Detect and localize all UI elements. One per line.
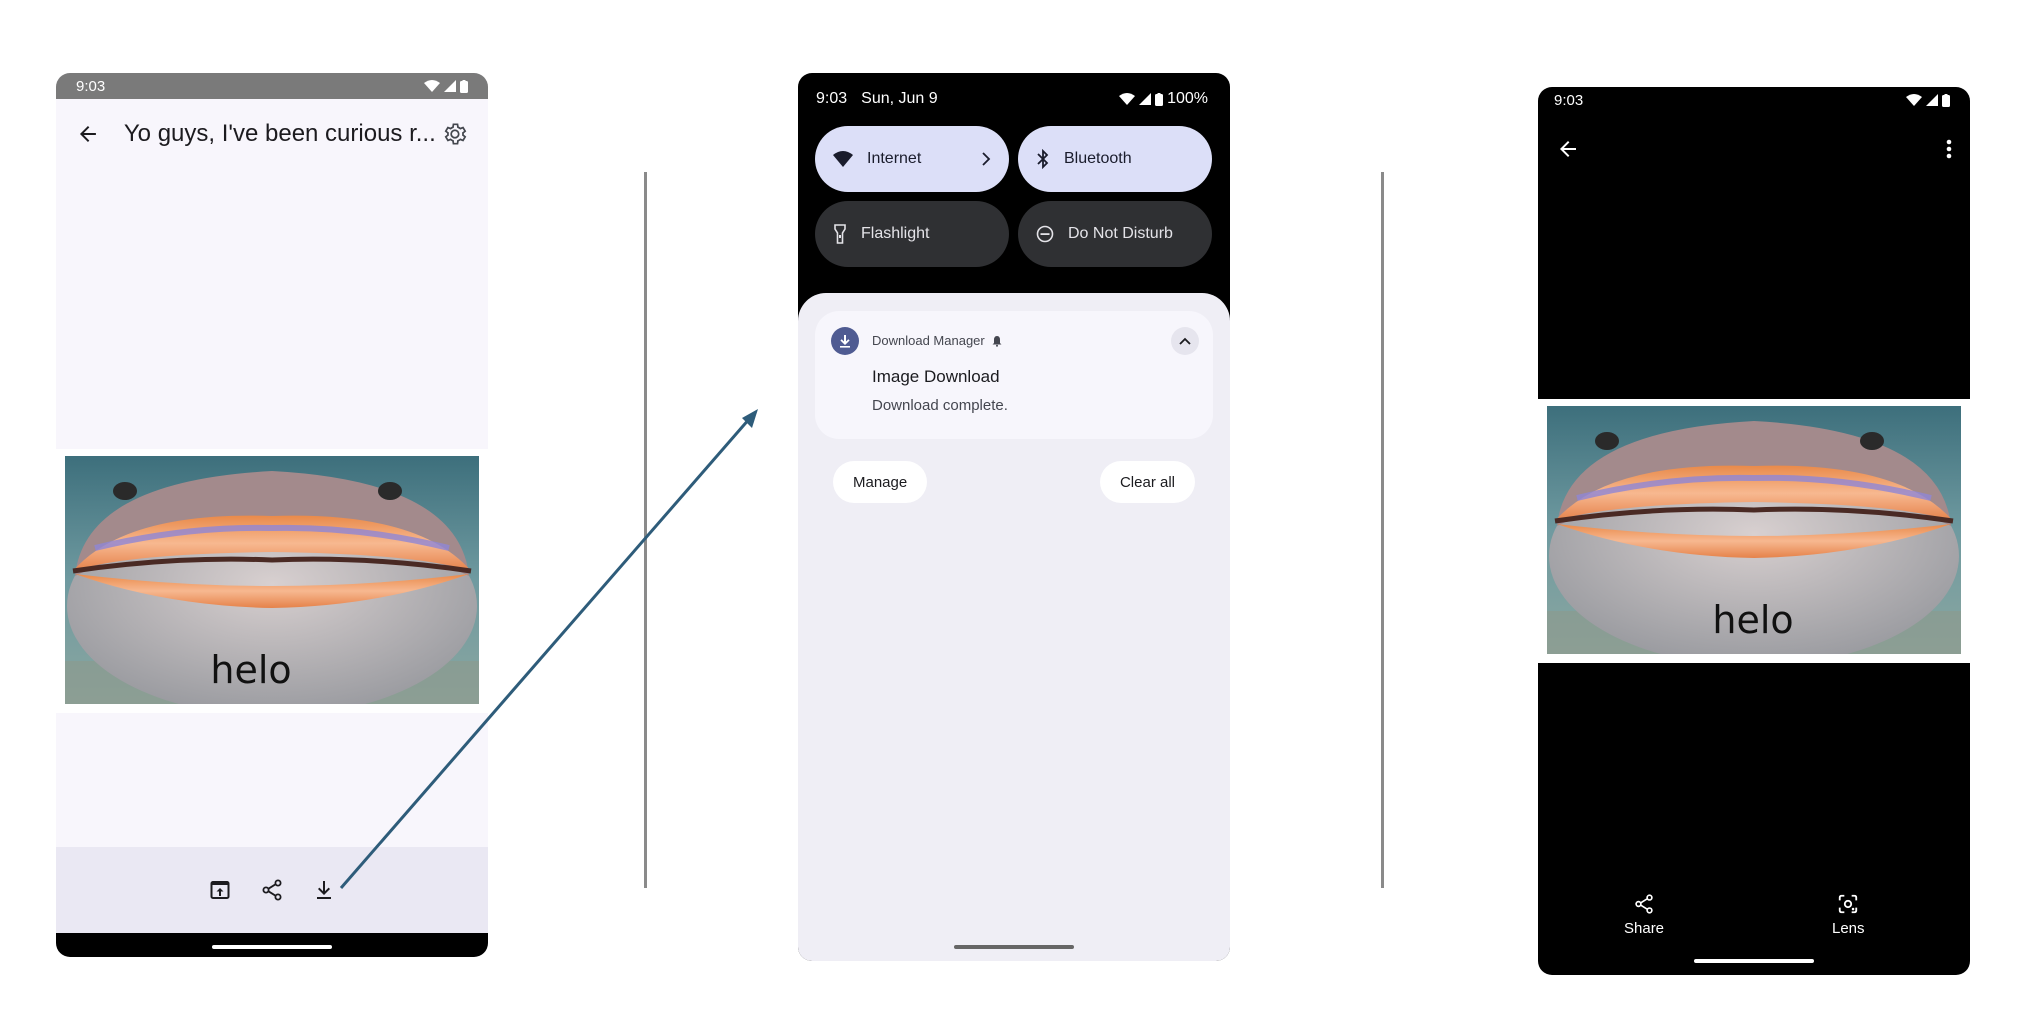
- status-icons: [1906, 93, 1950, 107]
- status-left: 9:03 Sun, Jun 9: [816, 90, 938, 108]
- phone-post-view: 9:03 Yo guys, I've been curious r... hel…: [56, 73, 488, 957]
- viewer-top-bar: [1538, 113, 1970, 185]
- image-container: helo: [1538, 399, 1970, 663]
- notification-card[interactable]: Download Manager Image Download Download…: [815, 311, 1213, 439]
- composite-canvas: 9:03 Yo guys, I've been curious r... hel…: [0, 0, 2024, 1036]
- post-title: Yo guys, I've been curious r...: [123, 120, 436, 147]
- phone-image-viewer: 9:03 helo Share Lens: [1538, 87, 1970, 975]
- phone-notification-shade: 9:03 Sun, Jun 9 100% Internet Bluetooth …: [798, 73, 1230, 961]
- chevron-right-icon: [982, 152, 991, 166]
- flashlight-icon: [834, 224, 846, 244]
- status-time: 9:03: [76, 77, 106, 95]
- clear-all-button[interactable]: Clear all: [1099, 461, 1195, 503]
- signal-icon: [1139, 93, 1152, 105]
- lens-label: Lens: [1832, 920, 1865, 937]
- share-label: Share: [1624, 920, 1665, 937]
- notification-app-name: Download Manager: [872, 333, 985, 348]
- tile-label: Internet: [867, 150, 922, 167]
- battery-percent: 100%: [1167, 90, 1208, 107]
- share-icon[interactable]: [260, 878, 284, 902]
- tile-label: Bluetooth: [1064, 150, 1132, 167]
- status-bar: 9:03: [1538, 87, 1970, 113]
- status-time: 9:03: [816, 90, 848, 107]
- expand-collapse-button[interactable]: [1171, 327, 1199, 355]
- download-icon[interactable]: [312, 878, 336, 902]
- wifi-icon: [1906, 94, 1922, 106]
- tile-label: Do Not Disturb: [1068, 225, 1173, 242]
- dnd-icon: [1036, 225, 1054, 243]
- meme-image[interactable]: helo: [65, 456, 479, 704]
- meme-caption: helo: [210, 648, 291, 692]
- status-bar: 9:03 Sun, Jun 9 100%: [798, 73, 1230, 125]
- notification-app-row: Download Manager: [872, 333, 1003, 348]
- status-icons: 100%: [1119, 90, 1208, 108]
- manage-button[interactable]: Manage: [833, 461, 928, 503]
- meme-caption: helo: [1712, 598, 1793, 642]
- notification-shade: Download Manager Image Download Download…: [798, 293, 1230, 961]
- share-action[interactable]: Share: [1624, 893, 1664, 937]
- home-indicator[interactable]: [212, 945, 332, 949]
- status-date: Sun, Jun 9: [861, 90, 938, 107]
- alerting-bell-icon: [992, 335, 1002, 347]
- image-action-bar: [56, 847, 488, 933]
- share-icon: [1635, 894, 1653, 914]
- more-vert-icon[interactable]: [1946, 138, 1952, 160]
- divider: [1381, 172, 1384, 888]
- tile-flashlight[interactable]: Flashlight: [815, 201, 1009, 267]
- bluetooth-icon: [1037, 149, 1049, 169]
- settings-gear-icon[interactable]: [442, 121, 468, 147]
- lens-icon: [1839, 894, 1858, 914]
- back-arrow-icon[interactable]: [76, 122, 100, 146]
- battery-icon: [1942, 93, 1950, 107]
- status-bar: 9:03: [56, 73, 488, 99]
- tile-bluetooth[interactable]: Bluetooth: [1018, 126, 1212, 192]
- wifi-icon: [833, 151, 853, 167]
- image-container: helo: [56, 449, 488, 713]
- lens-action[interactable]: Lens: [1832, 893, 1865, 937]
- meme-image[interactable]: helo: [1547, 406, 1961, 654]
- divider: [644, 172, 647, 888]
- battery-icon: [1155, 92, 1164, 106]
- back-arrow-icon[interactable]: [1556, 137, 1580, 161]
- status-icons: [424, 79, 468, 93]
- signal-icon: [444, 80, 456, 92]
- chevron-up-icon: [1179, 337, 1191, 345]
- app-bar: Yo guys, I've been curious r...: [56, 99, 488, 169]
- home-indicator[interactable]: [954, 945, 1074, 949]
- wifi-icon: [1119, 93, 1136, 105]
- download-app-icon: [831, 327, 859, 355]
- notification-text: Download complete.: [872, 397, 1008, 414]
- home-indicator[interactable]: [1694, 959, 1814, 963]
- notification-title: Image Download: [872, 367, 1000, 386]
- battery-icon: [460, 79, 468, 93]
- open-in-icon[interactable]: [208, 878, 232, 902]
- status-time: 9:03: [1554, 91, 1584, 109]
- tile-label: Flashlight: [861, 225, 930, 242]
- wifi-icon: [424, 80, 440, 92]
- signal-icon: [1926, 94, 1938, 106]
- tile-internet[interactable]: Internet: [815, 126, 1009, 192]
- tile-do-not-disturb[interactable]: Do Not Disturb: [1018, 201, 1212, 267]
